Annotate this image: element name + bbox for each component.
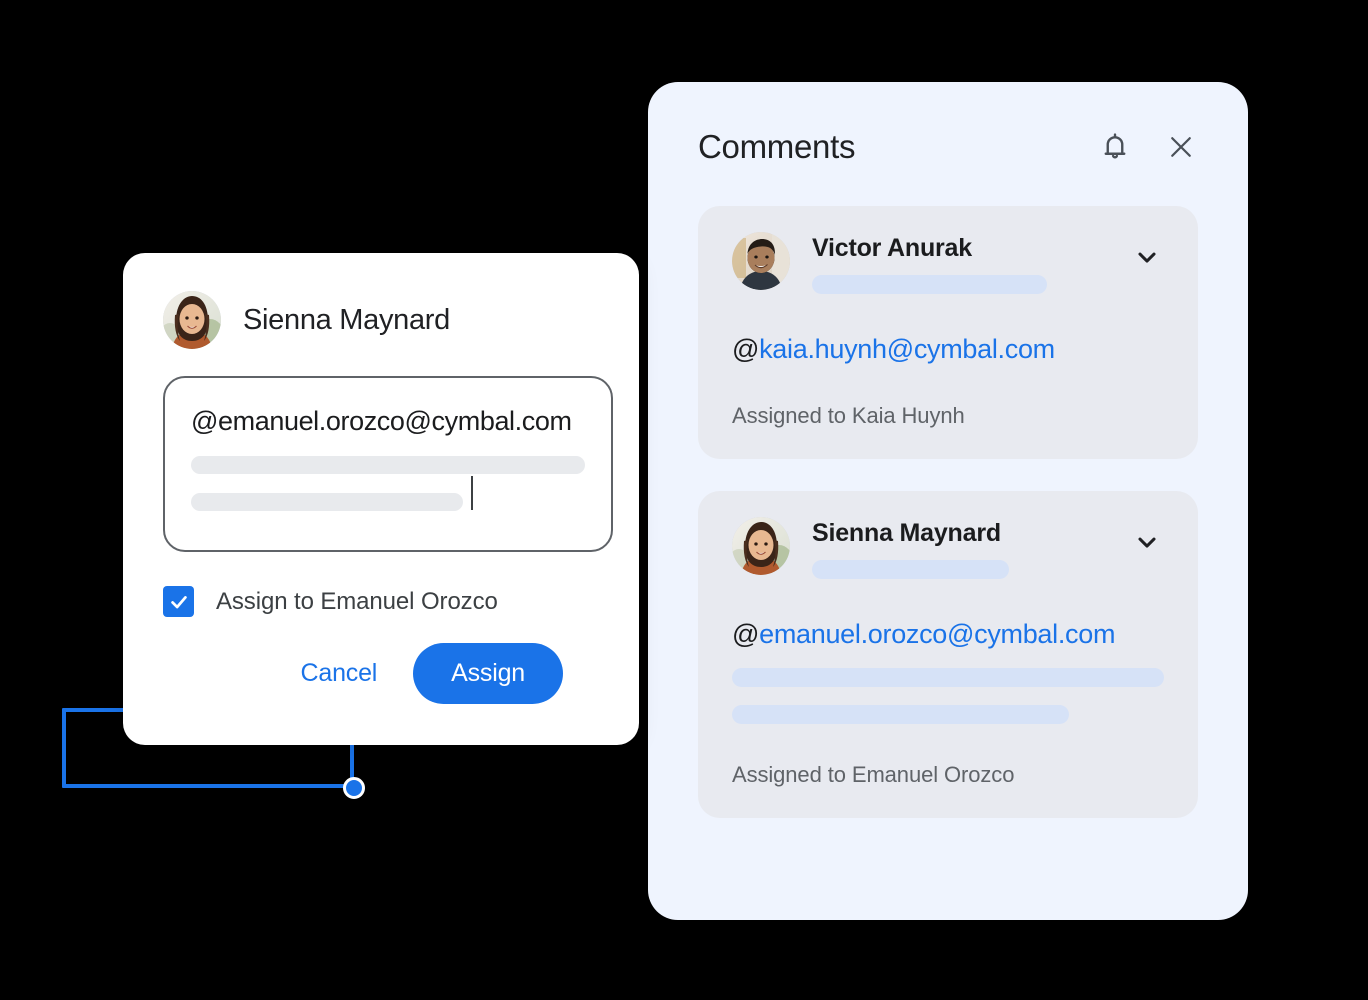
draft-text-placeholder bbox=[191, 456, 585, 474]
comment-compose-input[interactable]: @emanuel.orozco@cymbal.com bbox=[163, 376, 613, 552]
assigned-status: Assigned to Kaia Huynh bbox=[732, 403, 1164, 429]
dialog-user-row: Sienna Maynard bbox=[163, 291, 639, 349]
comment-card[interactable]: Victor Anurak @kaia.huynh@cymbal.com Ass… bbox=[698, 206, 1198, 459]
mention-email-text: emanuel.orozco@cymbal.com bbox=[218, 406, 572, 436]
bell-icon[interactable] bbox=[1098, 130, 1132, 164]
assign-dialog: Sienna Maynard @emanuel.orozco@cymbal.co… bbox=[123, 253, 639, 745]
chevron-down-icon[interactable] bbox=[1130, 240, 1164, 274]
comment-mention: @kaia.huynh@cymbal.com bbox=[732, 334, 1164, 365]
panel-header: Comments bbox=[698, 118, 1198, 176]
assign-checkbox-label: Assign to Emanuel Orozco bbox=[216, 588, 498, 616]
comment-identity: Victor Anurak bbox=[812, 232, 1130, 294]
comment-body-placeholder bbox=[732, 668, 1164, 687]
comment-author: Sienna Maynard bbox=[812, 519, 1130, 548]
dialog-user-name: Sienna Maynard bbox=[243, 304, 450, 337]
avatar bbox=[163, 291, 221, 349]
chevron-down-icon[interactable] bbox=[1130, 525, 1164, 559]
cancel-button[interactable]: Cancel bbox=[275, 645, 404, 702]
assign-checkbox[interactable] bbox=[163, 586, 194, 617]
assign-button[interactable]: Assign bbox=[413, 643, 563, 704]
mention-at-symbol: @ bbox=[191, 406, 218, 436]
mention-at-symbol: @ bbox=[732, 619, 759, 649]
close-icon[interactable] bbox=[1164, 130, 1198, 164]
comment-card[interactable]: Sienna Maynard @emanuel.orozco@cymbal.co… bbox=[698, 491, 1198, 818]
comment-meta-placeholder bbox=[812, 560, 1009, 579]
mention-at-symbol: @ bbox=[732, 334, 759, 364]
check-icon bbox=[168, 591, 190, 613]
assigned-status: Assigned to Emanuel Orozco bbox=[732, 762, 1164, 788]
draft-line-with-caret bbox=[191, 474, 585, 511]
mention-email-link[interactable]: emanuel.orozco@cymbal.com bbox=[759, 619, 1115, 649]
comment-header: Victor Anurak bbox=[732, 232, 1164, 294]
assign-checkbox-row[interactable]: Assign to Emanuel Orozco bbox=[163, 586, 639, 617]
draft-text-placeholder bbox=[191, 493, 463, 511]
avatar bbox=[732, 232, 790, 290]
mention-email-link[interactable]: kaia.huynh@cymbal.com bbox=[759, 334, 1055, 364]
comment-identity: Sienna Maynard bbox=[812, 517, 1130, 579]
comment-header: Sienna Maynard bbox=[732, 517, 1164, 579]
canvas: Comments bbox=[0, 0, 1368, 1000]
dialog-actions: Cancel Assign bbox=[163, 643, 639, 704]
avatar bbox=[732, 517, 790, 575]
page-title: Comments bbox=[698, 128, 1098, 166]
comment-mention: @emanuel.orozco@cymbal.com bbox=[732, 619, 1164, 650]
comments-panel: Comments bbox=[648, 82, 1248, 920]
text-cursor bbox=[471, 476, 473, 510]
comment-author: Victor Anurak bbox=[812, 234, 1130, 263]
resize-handle-dot[interactable] bbox=[343, 777, 365, 799]
comment-meta-placeholder bbox=[812, 275, 1047, 294]
header-actions bbox=[1098, 130, 1198, 164]
comment-body-placeholder bbox=[732, 705, 1069, 724]
compose-mention: @emanuel.orozco@cymbal.com bbox=[191, 406, 585, 437]
